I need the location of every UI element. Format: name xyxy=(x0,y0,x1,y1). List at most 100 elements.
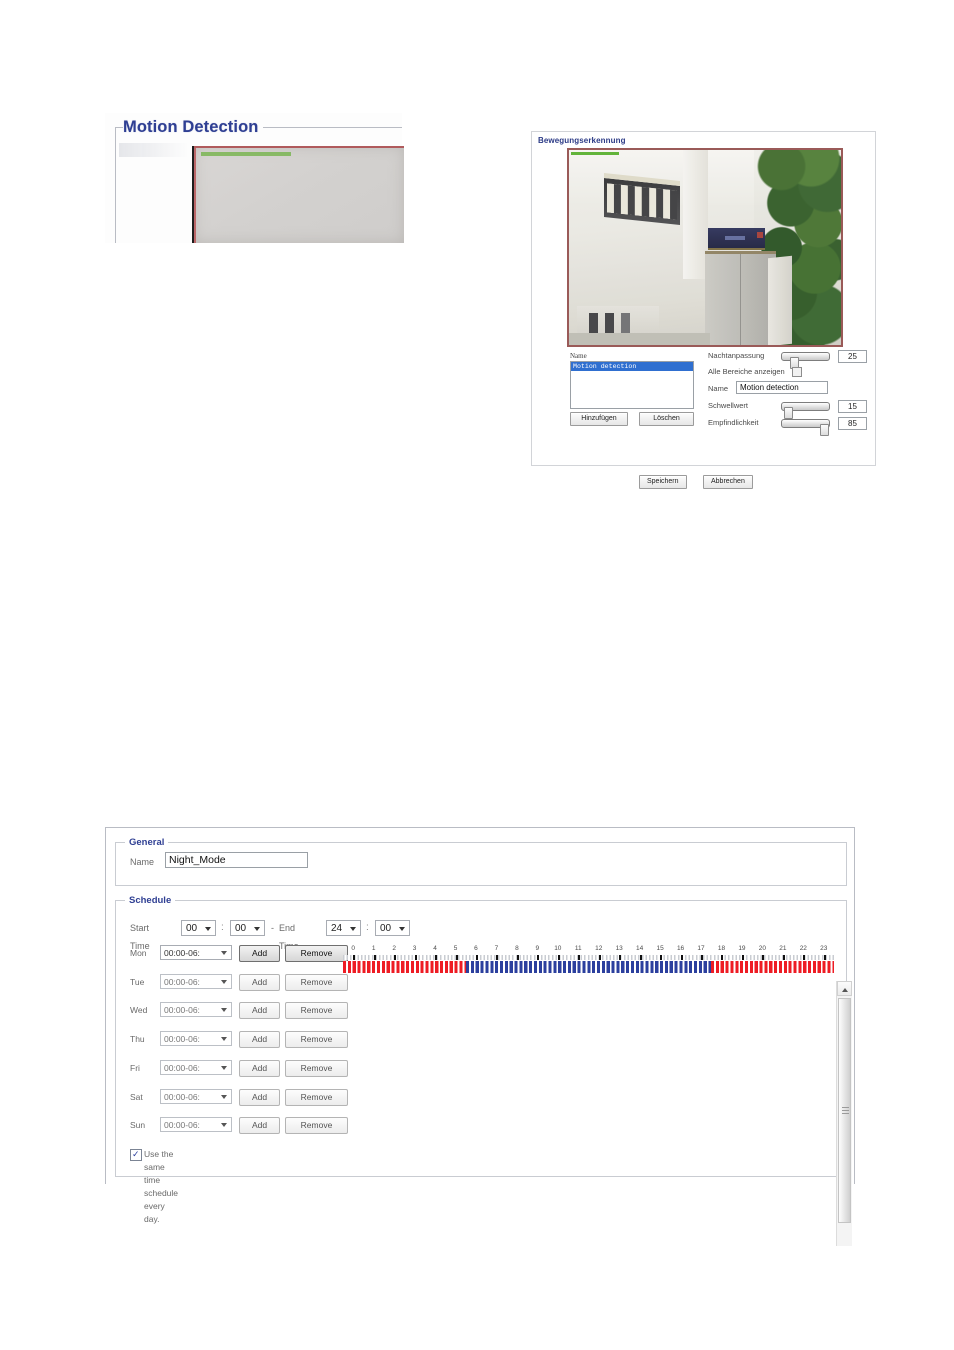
timeline-major-tick xyxy=(557,955,560,960)
chevron-down-icon xyxy=(221,1094,227,1099)
time-range-select-wed[interactable]: 00:00-06: xyxy=(160,1002,232,1018)
timeline-major-tick xyxy=(496,955,499,960)
chevron-down-icon xyxy=(221,979,227,984)
add-button-sun[interactable]: Add xyxy=(239,1117,280,1135)
add-button-fri[interactable]: Add xyxy=(239,1059,280,1077)
show-all-areas-checkbox[interactable] xyxy=(792,367,802,377)
save-button[interactable]: Speichern xyxy=(639,475,687,489)
remove-button-mon[interactable]: Remove xyxy=(285,945,348,962)
check-icon: ✓ xyxy=(132,1149,140,1159)
schedule-legend: Schedule xyxy=(125,895,176,906)
timeline-major-tick xyxy=(660,955,663,960)
start-minute-select[interactable]: 00 xyxy=(230,920,265,936)
remove-button-wed[interactable]: Remove xyxy=(285,1002,348,1020)
start-hour-value: 00 xyxy=(186,923,198,934)
chevron-down-icon xyxy=(221,1037,227,1042)
time-range-select-mon[interactable]: 00:00-06: xyxy=(160,945,232,960)
timeline-major-tick xyxy=(721,955,724,960)
add-button-thu[interactable]: Add xyxy=(239,1031,280,1049)
timeline-hour-labels: 0 1 2 3 4 5 6 7 8 9 10 11 12 13 14 15 16 17 18 19 20 21 22 23 xyxy=(343,945,834,954)
chevron-down-icon xyxy=(399,927,405,931)
schedule-day-row: Sat 00:00-06: Add Remove xyxy=(116,1088,846,1106)
panel-footer-buttons: Speichern Abbrechen xyxy=(639,470,765,489)
scrollbar-grip-icon xyxy=(842,1107,849,1114)
sensitivity-value[interactable]: 85 xyxy=(838,417,867,430)
area-name-input[interactable]: Motion detection xyxy=(736,381,828,394)
start-hour-select[interactable]: 00 xyxy=(181,920,216,936)
time-range-select-sun[interactable]: 00:00-06: xyxy=(160,1117,232,1133)
timeline-major-tick xyxy=(680,955,683,960)
timeline-hour-label: 10 xyxy=(554,945,562,952)
timeline-hour-label: 20 xyxy=(758,945,767,952)
timeline-bar[interactable] xyxy=(343,961,834,973)
night-adjust-slider[interactable] xyxy=(781,352,830,369)
time-range-select-tue[interactable]: 00:00-06: xyxy=(160,973,232,989)
timeline-segment-inactive[interactable] xyxy=(465,961,712,973)
add-button-sat[interactable]: Add xyxy=(239,1088,280,1106)
timeline-hour-label: 1 xyxy=(371,945,376,952)
timeline-major-tick xyxy=(414,955,417,960)
remove-button-thu[interactable]: Remove xyxy=(285,1031,348,1049)
timeline-major-tick xyxy=(639,955,642,960)
threshold-label: Schwellwert xyxy=(708,401,749,410)
timeline-hour-label: 23 xyxy=(820,945,828,952)
timeline-hour-label: 7 xyxy=(494,945,499,952)
end-minute-select[interactable]: 00 xyxy=(375,920,410,936)
time-separator: - xyxy=(271,923,274,933)
night-adjust-label: Nachtanpassung xyxy=(708,351,765,360)
area-name-label: Name xyxy=(708,384,729,393)
remove-button-tue[interactable]: Remove xyxy=(285,973,348,991)
same-schedule-checkbox[interactable]: ✓ xyxy=(130,1149,142,1161)
start-colon: : xyxy=(221,922,224,933)
schedule-scrollbar[interactable] xyxy=(836,981,852,1246)
schedule-fieldset: Schedule Start Time 00 : 00 - End Time 2… xyxy=(115,895,852,1246)
sensitivity-slider[interactable] xyxy=(781,419,830,436)
timeline-major-tick xyxy=(619,955,622,960)
detection-area-list[interactable]: Motion detection xyxy=(570,361,694,409)
time-range-value: 00:00-06: xyxy=(164,1091,200,1102)
add-area-button[interactable]: Hinzufügen xyxy=(570,412,628,426)
add-button-mon[interactable]: Add xyxy=(239,945,280,962)
timeline-hour-label: 18 xyxy=(717,945,726,952)
fieldset-top-line-left xyxy=(115,127,123,128)
night-adjust-value[interactable]: 25 xyxy=(838,350,867,363)
general-name-input[interactable]: Night_Mode xyxy=(165,852,308,868)
timeline-segment-active[interactable] xyxy=(343,961,466,973)
chevron-down-icon xyxy=(350,927,356,931)
add-button-wed[interactable]: Add xyxy=(239,1002,280,1020)
show-all-areas-label: Alle Bereiche anzeigen xyxy=(708,367,785,376)
schedule-day-row: Tue 00:00-06: Add Remove xyxy=(116,973,846,991)
timeline-major-tick xyxy=(537,955,540,960)
timeline-hour-label: 8 xyxy=(515,945,519,952)
motion-detection-preview xyxy=(192,146,404,243)
threshold-slider[interactable] xyxy=(781,402,830,419)
timeline-hour-label: 2 xyxy=(392,945,396,952)
sensitivity-thumb[interactable] xyxy=(820,424,829,436)
remove-button-fri[interactable]: Remove xyxy=(285,1059,348,1077)
threshold-thumb[interactable] xyxy=(784,407,793,419)
timeline-major-tick xyxy=(353,955,356,960)
end-hour-select[interactable]: 24 xyxy=(326,920,361,936)
cancel-button[interactable]: Abbrechen xyxy=(702,475,753,489)
schedule-timeline[interactable]: 0 1 2 3 4 5 6 7 8 9 10 11 12 13 14 15 16 17 18 19 20 21 22 23 xyxy=(343,945,834,975)
schedule-page: General Name Night_Mode Schedule Start T… xyxy=(105,827,855,1246)
timeline-segment-active[interactable] xyxy=(711,961,834,973)
timeline-major-tick xyxy=(394,955,397,960)
scrollbar-thumb[interactable] xyxy=(838,998,851,1223)
scroll-up-button[interactable] xyxy=(837,981,852,996)
timeline-hour-label: 13 xyxy=(615,945,623,952)
remove-button-sat[interactable]: Remove xyxy=(285,1088,348,1106)
time-range-select-sat[interactable]: 00:00-06: xyxy=(160,1088,232,1104)
schedule-day-row: Wed 00:00-06: Add Remove xyxy=(116,1002,846,1020)
delete-area-button[interactable]: Löschen xyxy=(639,412,694,426)
add-button-tue[interactable]: Add xyxy=(239,973,280,991)
remove-button-sun[interactable]: Remove xyxy=(285,1117,348,1135)
live-video-preview[interactable] xyxy=(567,148,843,347)
list-item[interactable]: Motion detection xyxy=(571,362,693,371)
timeline-hour-label: 17 xyxy=(697,945,705,952)
day-label-wed: Wed xyxy=(130,1005,148,1016)
time-range-select-fri[interactable]: 00:00-06: xyxy=(160,1059,232,1075)
end-minute-value: 00 xyxy=(380,923,392,934)
threshold-value[interactable]: 15 xyxy=(838,400,867,413)
time-range-select-thu[interactable]: 00:00-06: xyxy=(160,1031,232,1047)
